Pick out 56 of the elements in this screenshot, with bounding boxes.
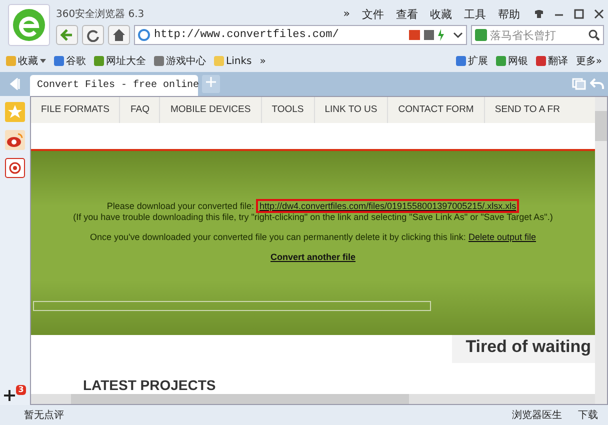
convert-link[interactable]: Convert another file [270, 252, 356, 262]
vertical-scrollbar[interactable] [595, 97, 607, 404]
doctor-button[interactable]: 浏览器医生 [512, 408, 562, 422]
hint-text: (If you have trouble downloading this file, try "right-clicking" on the link and selecting "Save Link As" or "Save Target As".) [72, 212, 554, 223]
bookmark-item[interactable]: 收藏 [6, 54, 46, 68]
menu-item[interactable]: » [343, 6, 350, 22]
back-icon[interactable] [60, 28, 74, 42]
count-badge: 3 [16, 385, 26, 395]
menu-item[interactable]: 工具 [464, 6, 486, 22]
bookmark-item[interactable]: Links [214, 56, 252, 66]
bookmark-item[interactable]: » [260, 56, 266, 66]
maximize-icon[interactable] [574, 9, 584, 19]
nav-link[interactable]: LINK TO US [314, 97, 388, 123]
menu-item[interactable]: 文件 [362, 6, 384, 22]
caret-icon [40, 59, 46, 63]
search-engine-icon [475, 29, 487, 41]
menu-item[interactable]: 帮助 [498, 6, 520, 22]
bookmark-item[interactable]: 谷歌 [54, 54, 86, 68]
add-icon[interactable] [4, 390, 16, 401]
nav-link[interactable]: SEND TO A FR [484, 97, 562, 123]
nav-link[interactable]: MOBILE DEVICES [160, 97, 262, 123]
delete-link[interactable]: Delete output file [468, 232, 536, 242]
delete-text: Once you've downloaded your converted file you can permanently delete it by clicking this link: [90, 232, 466, 242]
toolbar-item[interactable]: 翻译 [536, 54, 568, 68]
toolbar-item[interactable]: 网银 [496, 54, 528, 68]
download-link[interactable]: http://dw4.convertfiles.com/files/0191558001397005215/.xlsx.xls [256, 199, 520, 213]
nav-link[interactable]: TOOLS [262, 97, 315, 123]
download-label: Please download your converted file: [106, 201, 254, 211]
search-icon[interactable] [588, 29, 600, 41]
review-status[interactable]: 暂无点评 [24, 408, 64, 422]
refresh-icon[interactable] [86, 28, 100, 42]
ad-title: Tired of waiting [452, 335, 595, 363]
toolbar-item[interactable]: 更多» [576, 54, 602, 68]
search-field[interactable]: 落马省长曾打 [471, 25, 604, 45]
nav-link[interactable]: FAQ [120, 97, 160, 123]
address-field[interactable]: http://www.convertfiles.com/ [134, 25, 467, 45]
menu-item[interactable]: 查看 [396, 6, 418, 22]
chevron-down-icon[interactable] [453, 30, 463, 40]
download-button[interactable]: 下载 [578, 408, 598, 422]
browser-logo-icon [8, 4, 50, 46]
horizontal-scrollbar[interactable] [31, 394, 595, 404]
close-icon[interactable] [594, 9, 604, 19]
window-title: 360安全浏览器 6.3 [56, 8, 144, 21]
section-title: LATEST PROJECTS [83, 377, 216, 393]
nav-link[interactable]: FILE FORMATS [31, 97, 120, 123]
browser-tab[interactable]: Convert Files - free online [30, 75, 198, 96]
home-icon[interactable] [112, 28, 126, 42]
globe-icon [138, 29, 150, 41]
bookmark-item[interactable]: 游戏中心 [154, 54, 206, 68]
shirt-icon[interactable] [534, 9, 544, 19]
bookmark-item[interactable]: 网址大全 [94, 54, 146, 68]
toolbar-item[interactable]: 扩展 [456, 54, 488, 68]
plus-icon [206, 77, 216, 87]
nav-link[interactable]: CONTACT FORM [388, 97, 485, 123]
menu-item[interactable]: 收藏 [430, 6, 452, 22]
eye-icon[interactable] [5, 130, 25, 150]
